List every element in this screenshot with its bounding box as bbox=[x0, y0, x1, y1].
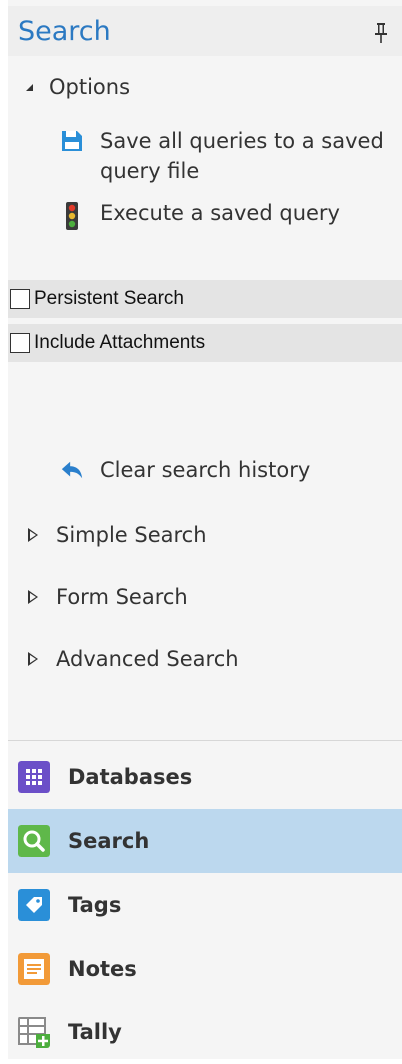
advanced-search-expander[interactable]: Advanced Search bbox=[28, 644, 239, 674]
nav-tags-label: Tags bbox=[68, 893, 122, 917]
checkbox-box[interactable] bbox=[10, 289, 30, 309]
expand-arrow-icon bbox=[28, 528, 38, 542]
expand-arrow-icon bbox=[28, 652, 38, 666]
nav-tally[interactable]: Tally bbox=[8, 1000, 402, 1064]
tally-icon bbox=[18, 1017, 50, 1048]
form-search-expander[interactable]: Form Search bbox=[28, 582, 188, 612]
expand-arrow-icon bbox=[28, 590, 38, 604]
clear-history-label: Clear search history bbox=[100, 458, 311, 482]
nav-notes[interactable]: Notes bbox=[8, 937, 402, 1001]
advanced-search-label: Advanced Search bbox=[56, 647, 239, 671]
nav-search[interactable]: Search bbox=[8, 809, 402, 873]
databases-icon bbox=[18, 761, 50, 793]
traffic-light-icon bbox=[66, 202, 78, 230]
save-queries-text: Save all queries to a saved query file bbox=[100, 126, 384, 186]
pane-header: Search bbox=[8, 6, 402, 56]
save-queries-label: Save all queries to a saved bbox=[100, 129, 384, 153]
options-expander[interactable]: Options bbox=[26, 72, 130, 102]
form-search-label: Form Search bbox=[56, 585, 188, 609]
checkbox-box[interactable] bbox=[10, 333, 30, 353]
include-attachments-label: Include Attachments bbox=[34, 332, 206, 353]
nav-databases[interactable]: Databases bbox=[8, 745, 402, 809]
pin-icon[interactable] bbox=[374, 22, 388, 44]
save-queries-item[interactable]: Save all queries to a saved query file bbox=[60, 126, 384, 186]
simple-search-label: Simple Search bbox=[56, 523, 207, 547]
simple-search-expander[interactable]: Simple Search bbox=[28, 520, 207, 550]
execute-query-item[interactable]: Execute a saved query bbox=[60, 198, 340, 231]
tag-icon bbox=[18, 889, 50, 921]
collapse-arrow-icon bbox=[26, 83, 33, 91]
save-query-icon bbox=[62, 131, 82, 151]
include-attachments-checkbox[interactable]: Include Attachments bbox=[8, 324, 402, 362]
clear-history-item[interactable]: Clear search history bbox=[60, 455, 310, 485]
save-queries-label-line2: query file bbox=[100, 159, 200, 183]
nav-search-label: Search bbox=[68, 829, 150, 853]
persistent-search-checkbox[interactable]: Persistent Search bbox=[8, 280, 402, 318]
nav-tags[interactable]: Tags bbox=[8, 873, 402, 937]
undo-arrow-icon bbox=[61, 461, 83, 479]
nav-tally-label: Tally bbox=[68, 1020, 122, 1044]
notes-icon bbox=[18, 953, 50, 985]
nav-databases-label: Databases bbox=[68, 765, 193, 789]
search-pane: Search Options Save all queries to a sav… bbox=[8, 0, 402, 1059]
persistent-search-label: Persistent Search bbox=[34, 288, 184, 309]
execute-query-label: Execute a saved query bbox=[100, 201, 340, 225]
nav-divider bbox=[8, 740, 402, 741]
nav-notes-label: Notes bbox=[68, 957, 137, 981]
pane-title: Search bbox=[18, 16, 111, 47]
options-label: Options bbox=[49, 75, 131, 99]
search-icon bbox=[18, 825, 50, 857]
